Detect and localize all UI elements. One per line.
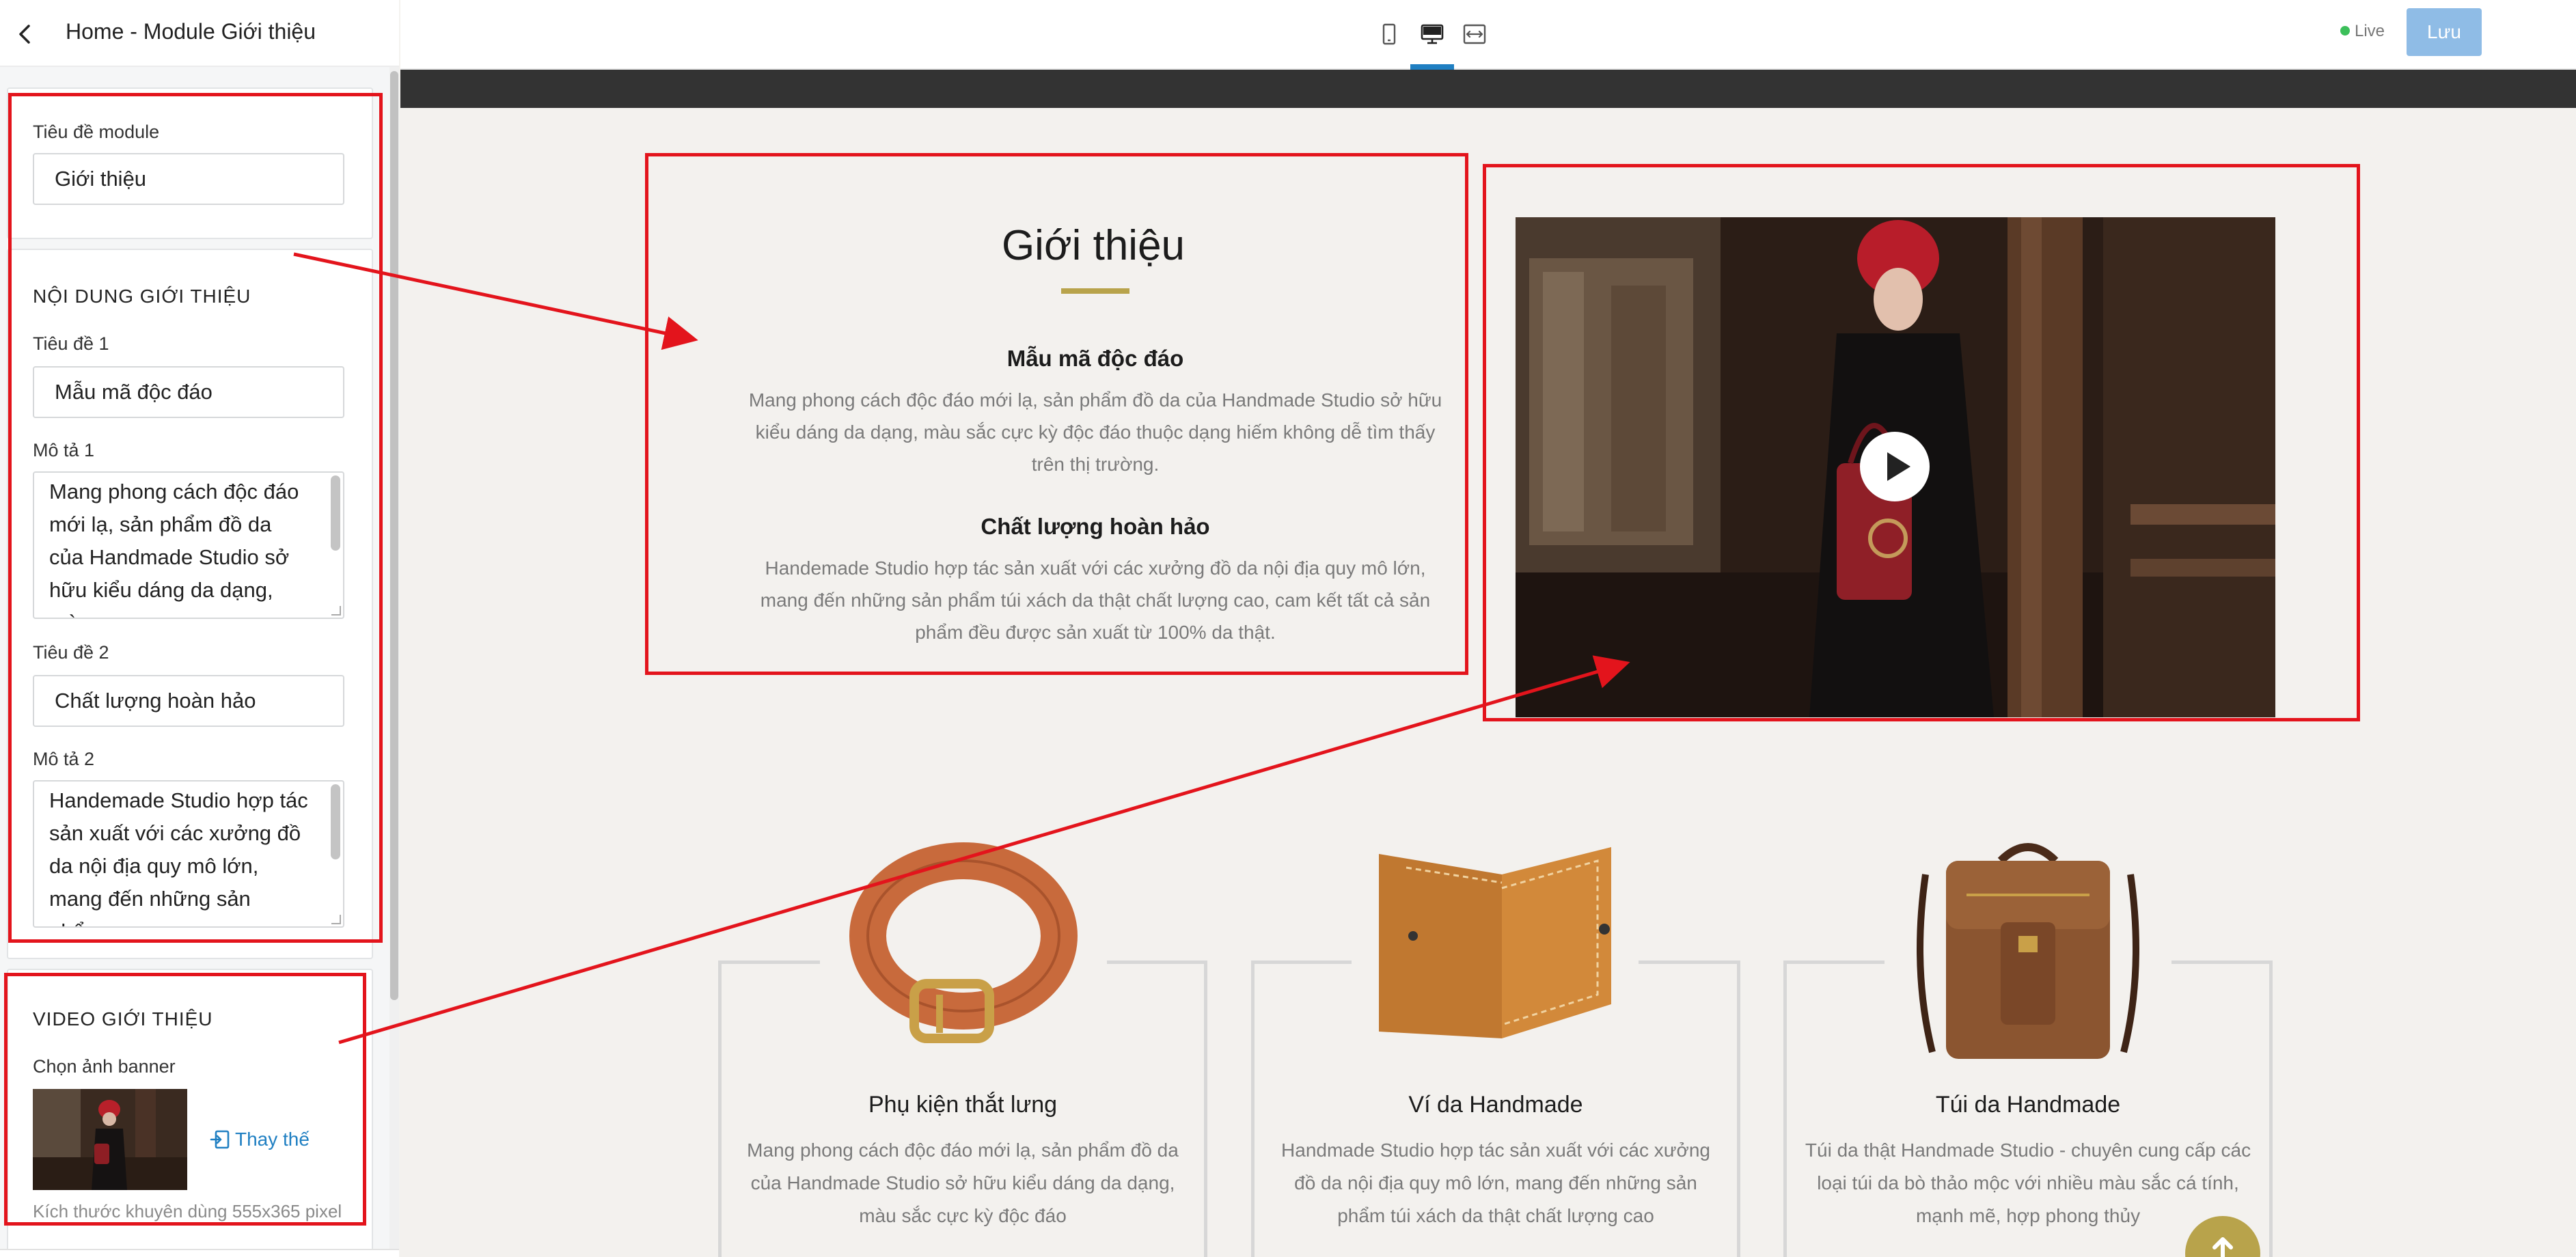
- scroll-to-top-button[interactable]: [2185, 1216, 2260, 1257]
- wallet-image: [1379, 847, 1611, 1038]
- mobile-icon[interactable]: [1375, 20, 1403, 48]
- annotation-box-video: [4, 973, 366, 1226]
- active-device-indicator: [1410, 64, 1454, 70]
- product-desc: Mang phong cách độc đáo mới lạ, sản phẩm…: [747, 1139, 1179, 1226]
- product-title: Túi da Handmade: [1935, 1092, 2121, 1118]
- live-status-label: Live: [2355, 22, 2385, 40]
- product-title: Phụ kiện thắt lưng: [868, 1092, 1058, 1118]
- arrow-up-icon: [2212, 1237, 2233, 1257]
- editor-scrollbar-thumb[interactable]: [390, 71, 398, 1000]
- save-button[interactable]: Lưu: [2407, 8, 2482, 56]
- editor-header: Home - Module Giới thiệu: [0, 0, 399, 67]
- fullwidth-icon[interactable]: [1461, 20, 1488, 48]
- site-header-strip: [400, 70, 2576, 108]
- editor-title: Home - Module Giới thiệu: [66, 19, 316, 44]
- belt-image: [849, 842, 1078, 1043]
- bag-image: [1917, 843, 2139, 1059]
- editor-footer: [0, 1249, 399, 1257]
- annotation-box-content: [8, 93, 383, 943]
- annotation-box-intro-text: [645, 153, 1468, 675]
- product-title: Ví da Handmade: [1408, 1092, 1583, 1118]
- live-status-dot: [2340, 26, 2350, 36]
- product-desc: Handmade Studio hợp tác sản xuất với các…: [1281, 1139, 1710, 1226]
- annotation-box-video-preview: [1483, 164, 2360, 721]
- desktop-icon[interactable]: [1419, 20, 1446, 48]
- preview-toolbar: [400, 0, 2576, 70]
- chevron-left-icon[interactable]: [10, 19, 40, 49]
